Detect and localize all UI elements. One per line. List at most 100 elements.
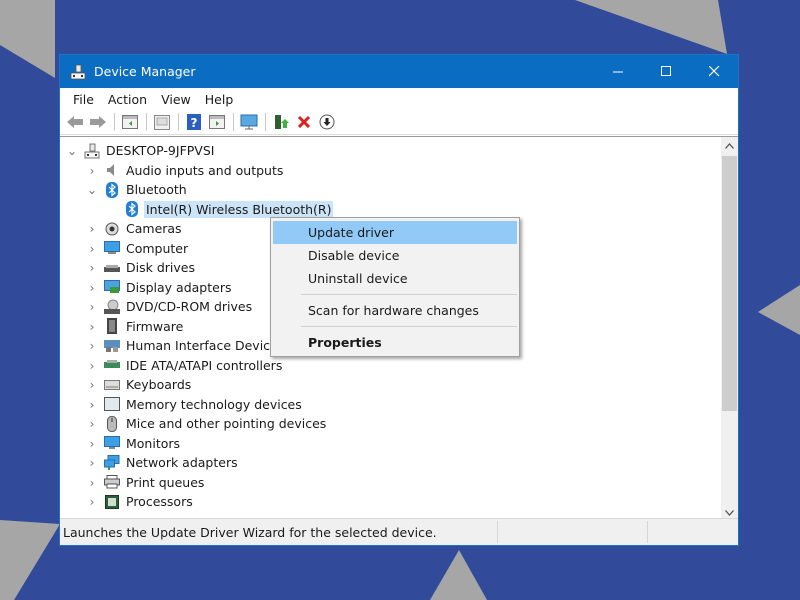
chevron-up-icon xyxy=(725,142,734,149)
chevron-right-icon[interactable]: › xyxy=(86,241,98,256)
close-button[interactable] xyxy=(690,55,738,88)
chevron-right-icon[interactable]: › xyxy=(86,436,98,451)
chevron-right-icon[interactable]: › xyxy=(86,299,98,314)
processor-icon xyxy=(104,494,120,510)
chevron-down-icon[interactable]: ⌄ xyxy=(86,182,98,197)
disable-icon xyxy=(319,114,335,130)
bg-triangle-right xyxy=(758,285,800,335)
tree-node-label: Firmware xyxy=(126,318,184,334)
tree-node-bluetooth[interactable]: ⌄ Bluetooth xyxy=(60,180,720,200)
chevron-right-icon[interactable]: › xyxy=(86,397,98,412)
maximize-icon xyxy=(660,66,671,76)
vertical-scrollbar[interactable] xyxy=(721,137,738,521)
help-button[interactable]: ? xyxy=(183,111,205,133)
chevron-right-icon[interactable]: › xyxy=(86,358,98,373)
mouse-icon xyxy=(104,415,120,432)
toolbar-separator xyxy=(265,113,266,131)
tree-node-mice[interactable]: › Mice and other pointing devices xyxy=(60,414,720,434)
menu-action[interactable]: Action xyxy=(101,90,154,109)
camera-icon xyxy=(104,221,120,237)
keyboard-icon xyxy=(104,377,120,393)
menu-help[interactable]: Help xyxy=(198,90,241,109)
menu-item-disable-device[interactable]: Disable device xyxy=(273,244,517,267)
menu-item-update-driver[interactable]: Update driver xyxy=(273,221,517,244)
tree-node-label: DVD/CD-ROM drives xyxy=(126,299,253,315)
firmware-icon xyxy=(104,318,120,335)
chevron-right-icon[interactable]: › xyxy=(86,221,98,236)
update-driver-icon xyxy=(275,115,289,129)
menu-file[interactable]: File xyxy=(66,90,101,109)
chevron-right-icon[interactable]: › xyxy=(86,260,98,275)
network-adapter-icon xyxy=(104,454,120,471)
show-hide-console-tree-icon xyxy=(122,115,138,129)
properties-button[interactable] xyxy=(151,111,173,133)
ide-controller-icon xyxy=(104,357,120,373)
toolbar-separator xyxy=(146,113,147,131)
action-pane-button[interactable] xyxy=(206,111,228,133)
maximize-button[interactable] xyxy=(642,55,690,88)
printer-icon xyxy=(104,474,120,490)
menu-view[interactable]: View xyxy=(154,90,198,109)
update-driver-button[interactable] xyxy=(270,111,292,133)
back-button[interactable] xyxy=(64,111,86,133)
display-adapter-icon xyxy=(104,279,120,295)
toolbar: ? xyxy=(60,110,738,135)
memory-icon xyxy=(104,396,120,412)
chevron-right-icon[interactable]: › xyxy=(86,494,98,509)
chevron-right-icon[interactable]: › xyxy=(86,338,98,353)
toolbar-separator xyxy=(114,113,115,131)
tree-node-ide-ata-atapi-controllers[interactable]: › IDE ATA/ATAPI controllers xyxy=(60,356,720,376)
tree-node-print-queues[interactable]: › Print queues xyxy=(60,473,720,493)
minimize-button[interactable] xyxy=(594,55,642,88)
chevron-right-icon[interactable]: › xyxy=(86,163,98,178)
status-bar: Launches the Update Driver Wizard for th… xyxy=(60,518,738,545)
tree-node-processors[interactable]: › Processors xyxy=(60,492,720,512)
tree-node-label: Processors xyxy=(126,494,193,510)
tree-node-label: Mice and other pointing devices xyxy=(126,416,327,432)
menu-item-uninstall-device[interactable]: Uninstall device xyxy=(273,267,517,290)
forward-icon xyxy=(90,116,106,128)
scroll-up-button[interactable] xyxy=(721,137,738,154)
scan-hardware-button[interactable] xyxy=(238,111,260,133)
minimize-icon xyxy=(612,71,623,73)
chevron-right-icon[interactable]: › xyxy=(86,455,98,470)
chevron-right-icon[interactable]: › xyxy=(86,319,98,334)
tree-node-label: Bluetooth xyxy=(126,182,187,198)
speaker-icon xyxy=(104,162,120,178)
forward-button[interactable] xyxy=(87,111,109,133)
menu-item-properties[interactable]: Properties xyxy=(273,331,517,354)
toolbar-separator xyxy=(178,113,179,131)
chevron-down-icon[interactable]: ⌄ xyxy=(66,143,78,158)
tree-node-audio[interactable]: › Audio inputs and outputs xyxy=(60,161,720,181)
scrollbar-thumb[interactable] xyxy=(722,156,737,411)
tree-node-label: IDE ATA/ATAPI controllers xyxy=(126,357,283,373)
tree-node-memory-technology-devices[interactable]: › Memory technology devices xyxy=(60,395,720,415)
menu-separator xyxy=(301,326,517,327)
window-title: Device Manager xyxy=(94,64,196,79)
tree-node-label: Audio inputs and outputs xyxy=(126,162,284,178)
tree-root[interactable]: ⌄ DESKTOP-9JFPVSI xyxy=(60,141,720,161)
tree-node-label: Cameras xyxy=(126,221,182,237)
tree-node-label: Memory technology devices xyxy=(126,396,302,412)
action-pane-icon xyxy=(209,115,225,129)
hid-icon xyxy=(104,338,120,354)
tree-node-label: Network adapters xyxy=(126,455,238,471)
chevron-right-icon[interactable]: › xyxy=(86,280,98,295)
tree-node-label: Monitors xyxy=(126,435,181,451)
chevron-right-icon[interactable]: › xyxy=(86,377,98,392)
tree-node-monitors[interactable]: › Monitors xyxy=(60,434,720,454)
uninstall-button[interactable] xyxy=(293,111,315,133)
tree-node-keyboards[interactable]: › Keyboards xyxy=(60,375,720,395)
menu-item-scan-hardware-changes[interactable]: Scan for hardware changes xyxy=(273,299,517,322)
bluetooth-icon xyxy=(104,181,120,198)
tree-node-network-adapters[interactable]: › Network adapters xyxy=(60,453,720,473)
chevron-right-icon[interactable]: › xyxy=(86,416,98,431)
tree-node-label: Keyboards xyxy=(126,377,192,393)
show-hide-console-tree-button[interactable] xyxy=(119,111,141,133)
bg-triangle-top-right xyxy=(575,0,727,54)
tree-node-label: Print queues xyxy=(126,474,205,490)
context-menu: Update driver Disable device Uninstall d… xyxy=(270,217,520,357)
disable-button[interactable] xyxy=(316,111,338,133)
chevron-right-icon[interactable]: › xyxy=(86,475,98,490)
title-bar[interactable]: Device Manager xyxy=(60,55,738,88)
